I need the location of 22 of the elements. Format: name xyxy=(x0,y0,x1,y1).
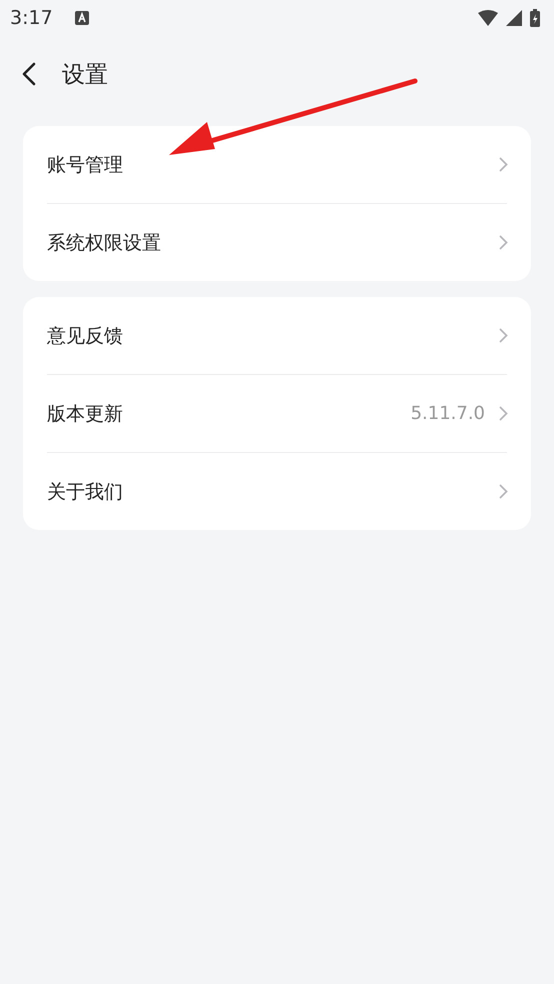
chevron-right-icon xyxy=(499,157,508,172)
row-label: 系统权限设置 xyxy=(47,230,162,256)
signal-icon xyxy=(506,10,522,26)
chevron-right-icon xyxy=(499,328,508,343)
notification-icon xyxy=(74,11,89,25)
page-title: 设置 xyxy=(62,60,108,90)
settings-row[interactable]: 关于我们 xyxy=(47,453,507,530)
back-icon[interactable] xyxy=(22,62,36,86)
chevron-right-icon xyxy=(499,406,508,421)
row-label: 关于我们 xyxy=(47,480,124,504)
chevron-right-icon xyxy=(499,235,508,250)
wifi-icon xyxy=(478,10,498,26)
settings-row[interactable]: 版本更新 5.11.7.0 xyxy=(47,375,507,453)
row-label: 意见反馈 xyxy=(47,324,124,348)
status-time: 3:17 xyxy=(10,7,53,29)
settings-row[interactable]: 系统权限设置 xyxy=(47,204,507,281)
row-label: 版本更新 xyxy=(47,402,124,426)
row-value: 5.11.7.0 xyxy=(410,403,485,424)
chevron-right-icon xyxy=(499,484,508,499)
battery-icon xyxy=(530,9,540,27)
row-label: 账号管理 xyxy=(47,152,124,178)
settings-row[interactable]: 意见反馈 xyxy=(47,297,507,375)
